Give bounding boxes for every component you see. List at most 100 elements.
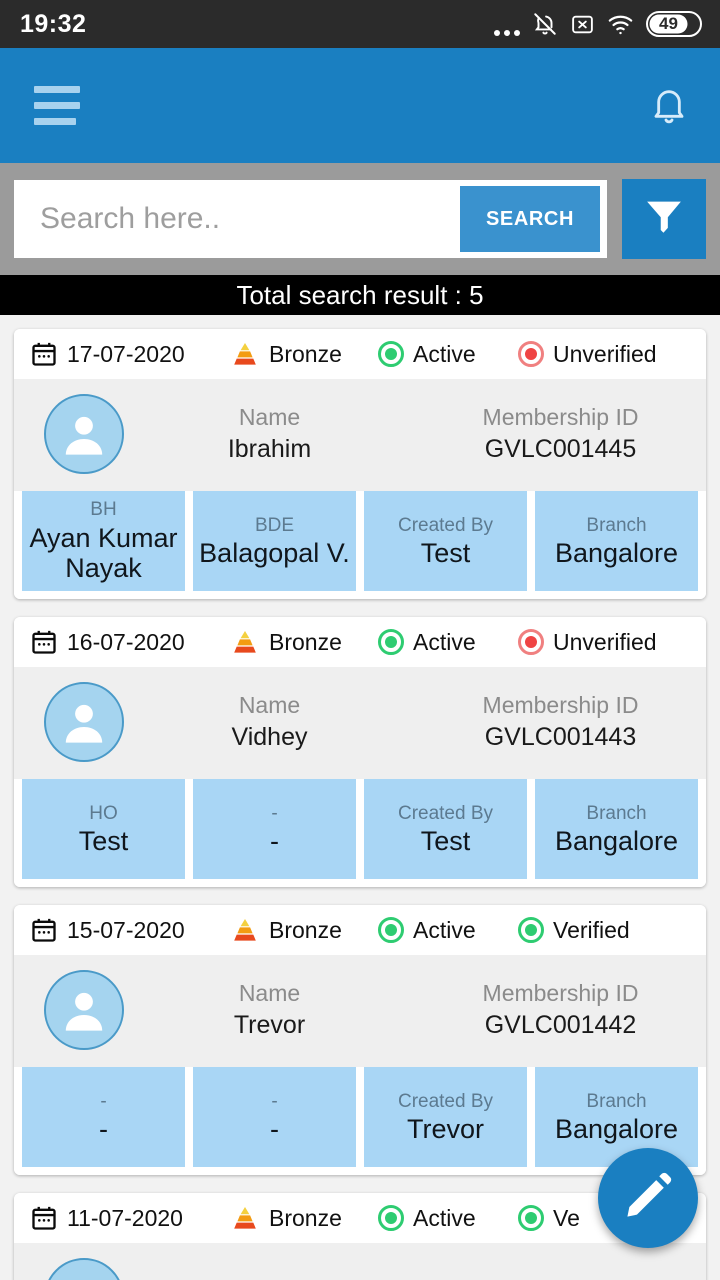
card-tag: Branch Bangalore	[535, 1067, 698, 1167]
card-header: 17-07-2020 Bronze Active Unverified	[14, 329, 706, 379]
edit-fab-button[interactable]	[598, 1148, 698, 1248]
card-body: Name Membership ID	[14, 1243, 706, 1280]
card-fields: Name Ibrahim Membership ID GVLC001445	[124, 402, 706, 467]
card-tier-text: Bronze	[269, 340, 342, 367]
card-membership-value: GVLC001445	[484, 434, 637, 463]
card-tag: Branch Bangalore	[535, 779, 698, 879]
card-tag: Created By Test	[364, 779, 527, 879]
person-avatar-icon	[58, 1272, 110, 1280]
status-active-icon	[378, 917, 404, 943]
card-date-text: 17-07-2020	[67, 340, 185, 367]
calendar-icon	[30, 340, 58, 368]
bell-icon[interactable]	[648, 82, 690, 130]
card-membership-label: Membership ID	[482, 979, 639, 1006]
card-tag: BH Ayan Kumar Nayak	[22, 491, 185, 591]
status-time: 19:32	[20, 9, 87, 38]
card-tag-value: Bangalore	[554, 538, 679, 569]
card-tag-value: -	[270, 826, 279, 857]
card-name-label: Name	[238, 403, 301, 430]
card-verification-text: Unverified	[553, 628, 657, 655]
card-tier: Bronze	[230, 1205, 378, 1232]
filter-button[interactable]	[622, 179, 706, 259]
bronze-tier-icon	[230, 629, 260, 655]
card-header: 16-07-2020 Bronze Active Unverified	[14, 617, 706, 667]
card-verification-text: Ve	[553, 1204, 580, 1231]
card-verification: Unverified	[518, 629, 657, 656]
card-tag-label: -	[271, 1090, 278, 1112]
avatar	[44, 682, 124, 762]
card-tier: Bronze	[230, 629, 378, 656]
verification-status-icon	[518, 1205, 544, 1231]
card-tag-value: -	[99, 1114, 108, 1145]
app-bar	[0, 48, 720, 163]
bronze-tier-icon	[230, 1205, 260, 1231]
search-input[interactable]	[14, 202, 460, 236]
search-button[interactable]: SEARCH	[459, 186, 600, 252]
card-tag-label: Branch	[586, 514, 647, 536]
card-body: Name Vidhey Membership ID GVLC001443	[14, 667, 706, 779]
card-verification-text: Unverified	[553, 340, 657, 367]
card-tag-label: -	[271, 802, 278, 824]
card-date: 15-07-2020	[30, 916, 230, 944]
card-tier-text: Bronze	[269, 916, 342, 943]
total-result-bar: Total search result : 5	[0, 275, 720, 315]
avatar	[44, 970, 124, 1050]
card-status: Active	[378, 629, 518, 656]
calendar-icon	[30, 1204, 58, 1232]
bronze-tier-icon	[230, 341, 260, 367]
card-tag-label: Branch	[586, 802, 647, 824]
card-membership-label: Membership ID	[482, 691, 639, 718]
card-tag: Branch Bangalore	[535, 491, 698, 591]
avatar	[44, 1258, 124, 1280]
card-verification: Unverified	[518, 341, 657, 368]
card-tag-value: Ayan Kumar Nayak	[29, 523, 178, 584]
person-avatar-icon	[58, 696, 110, 748]
verification-status-icon	[518, 341, 544, 367]
card-tag: - -	[193, 779, 356, 879]
verification-status-icon	[518, 629, 544, 655]
card-tier: Bronze	[230, 341, 378, 368]
card-status-text: Active	[413, 628, 476, 655]
search-results-list: 17-07-2020 Bronze Active Unverified Name…	[0, 315, 720, 1280]
card-date-text: 11-07-2020	[67, 1204, 183, 1231]
card-tier: Bronze	[230, 917, 378, 944]
battery-icon: 49	[646, 10, 702, 38]
card-tag-row: BH Ayan Kumar Nayak BDE Balagopal V. Cre…	[14, 491, 706, 599]
status-active-icon	[378, 341, 404, 367]
card-tag-value: Test	[420, 826, 471, 857]
card-verification: Verified	[518, 917, 630, 944]
verification-status-icon	[518, 917, 544, 943]
wifi-icon	[607, 12, 634, 37]
sim-card-error-icon	[570, 12, 595, 37]
card-name-value: Trevor	[233, 1010, 306, 1039]
card-name-field: Name Trevor	[124, 978, 415, 1043]
card-name-value: Ibrahim	[227, 434, 312, 463]
card-tag: Created By Trevor	[364, 1067, 527, 1167]
app-root: 19:32 49 Search here.. SEARCH Total sear…	[0, 0, 720, 1280]
bell-muted-icon	[532, 11, 558, 37]
search-box: SEARCH	[14, 180, 607, 258]
card-membership-value: GVLC001443	[484, 722, 637, 751]
card-tag-label: Branch	[586, 1090, 647, 1112]
person-avatar-icon	[58, 984, 110, 1036]
card-tag-row: - - - - Created By Trevor Branch Bangalo…	[14, 1067, 706, 1175]
card-membership-field: Membership ID GVLC001445	[415, 402, 706, 467]
card-tag-label: Created By	[397, 1090, 494, 1112]
card-tag-value: Bangalore	[554, 1114, 679, 1145]
card-tag-value: Test	[420, 538, 471, 569]
card-tier-text: Bronze	[269, 1204, 342, 1231]
card-tag: - -	[22, 1067, 185, 1167]
card-tag-label: Created By	[397, 802, 494, 824]
card-name-field: Name Vidhey	[124, 690, 415, 755]
result-card[interactable]: 17-07-2020 Bronze Active Unverified Name…	[14, 329, 706, 599]
card-membership-field: Membership ID GVLC001442	[415, 978, 706, 1043]
result-card[interactable]: 15-07-2020 Bronze Active Verified Name T…	[14, 905, 706, 1175]
card-tag: HO Test	[22, 779, 185, 879]
card-body: Name Trevor Membership ID GVLC001442	[14, 955, 706, 1067]
card-tag-value: Test	[78, 826, 129, 857]
person-avatar-icon	[58, 408, 110, 460]
hamburger-menu-icon[interactable]	[34, 86, 80, 125]
card-tag-value: Trevor	[406, 1114, 484, 1145]
result-card[interactable]: 16-07-2020 Bronze Active Unverified Name…	[14, 617, 706, 887]
search-bar: SEARCH	[0, 163, 720, 275]
